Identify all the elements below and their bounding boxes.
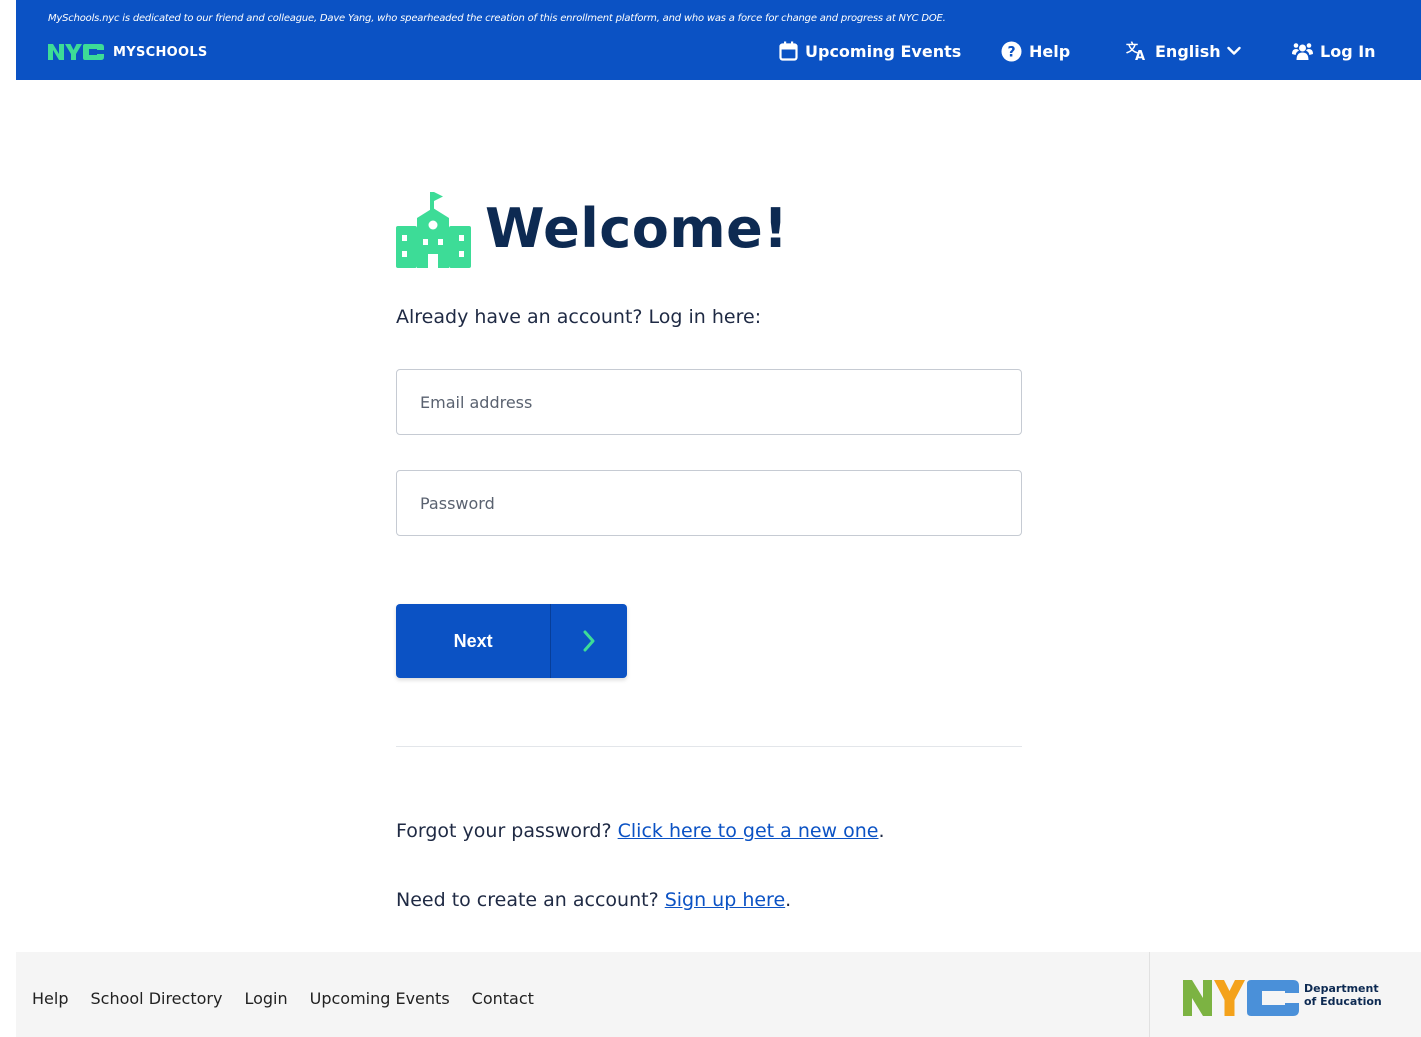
footer-link-contact[interactable]: Contact <box>472 989 534 1008</box>
reset-password-link[interactable]: Click here to get a new one <box>618 820 879 842</box>
dedication-banner: MySchools.nyc is dedicated to our friend… <box>48 13 946 24</box>
svg-text:A: A <box>1135 49 1145 61</box>
login-panel: Welcome! Already have an account? Log in… <box>396 185 1022 911</box>
password-field[interactable] <box>396 470 1022 536</box>
page-title: Welcome! <box>485 196 789 260</box>
brand-logo-link[interactable]: MYSCHOOLS <box>48 40 208 64</box>
login-intro-text: Already have an account? Log in here: <box>396 306 762 328</box>
footer-link-school-directory[interactable]: School Directory <box>90 989 222 1008</box>
school-icon <box>396 192 471 268</box>
footer-divider <box>1149 952 1150 1037</box>
email-field[interactable] <box>396 369 1022 435</box>
footer-link-upcoming-events[interactable]: Upcoming Events <box>310 989 450 1008</box>
brand-name: MYSCHOOLS <box>113 44 208 60</box>
chevron-right-icon <box>550 604 627 678</box>
footer-link-help[interactable]: Help <box>32 989 68 1008</box>
forgot-period: . <box>878 820 885 842</box>
footer-link-login[interactable]: Login <box>244 989 287 1008</box>
next-button-label: Next <box>453 630 493 651</box>
calendar-icon <box>779 41 798 61</box>
chevron-down-icon <box>1226 46 1241 55</box>
welcome-heading: Welcome! <box>396 185 1022 271</box>
doe-text: Department of Education <box>1304 982 1382 1008</box>
signup-line: Need to create an account? Sign up here. <box>396 889 791 911</box>
signup-link[interactable]: Sign up here <box>665 889 785 911</box>
nyc-logo-icon <box>48 44 104 60</box>
nav-help-label: Help <box>1029 41 1071 61</box>
question-circle-icon: ? <box>1001 41 1022 61</box>
nyc-doe-logo-icon <box>1183 980 1299 1016</box>
nav-login-label: Log In <box>1320 41 1376 61</box>
top-header: MySchools.nyc is dedicated to our friend… <box>16 0 1421 80</box>
section-divider <box>396 746 1022 747</box>
footer-links: Help School Directory Login Upcoming Eve… <box>32 989 556 1008</box>
signup-text: Need to create an account? <box>396 889 665 911</box>
translate-icon: 文 A <box>1126 41 1145 61</box>
doe-logo[interactable]: Department of Education <box>1183 978 1394 1018</box>
forgot-password-text: Forgot your password? <box>396 820 618 842</box>
nav-upcoming-events[interactable]: Upcoming Events <box>779 41 961 61</box>
language-selector[interactable]: 文 A English <box>1126 41 1241 61</box>
nav-help[interactable]: ? Help <box>1001 41 1070 62</box>
language-label: English <box>1155 41 1221 61</box>
nav-login[interactable]: Log In <box>1292 41 1376 61</box>
footer: Help School Directory Login Upcoming Eve… <box>16 952 1421 1037</box>
users-icon <box>1292 43 1313 60</box>
next-button[interactable]: Next <box>396 604 627 678</box>
forgot-password-line: Forgot your password? Click here to get … <box>396 820 885 842</box>
signup-period: . <box>785 889 792 911</box>
nav-upcoming-events-label: Upcoming Events <box>805 41 962 61</box>
svg-text:?: ? <box>1007 44 1015 60</box>
